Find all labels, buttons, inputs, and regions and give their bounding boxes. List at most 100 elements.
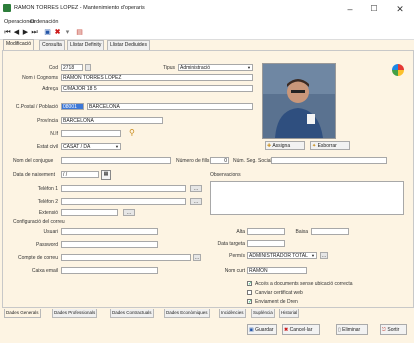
save-icon[interactable]: ▣ [43,28,52,38]
num-seg-social-label: Núm. Seg. Social [233,158,272,164]
menu-ordenacion[interactable]: Ordenación [30,19,58,25]
cpostal-field[interactable]: 08001 [61,103,84,110]
cod-field[interactable]: 2718 [61,64,83,71]
exit-icon: ⎋ [382,327,386,333]
cod-toggle[interactable] [85,64,91,71]
extensio-field[interactable] [61,209,118,216]
extensio-button[interactable]: … [123,209,135,216]
check-enviament-dren[interactable]: ✓ [247,299,252,305]
nom-conjuge-label: Nom del conjugue [13,158,54,164]
calendar-icon[interactable]: ▦ [101,170,111,180]
tab-dades-generals[interactable]: Dades Generals [4,309,41,318]
bottom-tabs: Dades Generals Dades Professionals Dades… [2,309,412,318]
compte-correu-label: Compte de correu [17,255,58,261]
menu-bar: Operaciones Ordenación [0,18,414,27]
search-icon[interactable]: ⚲ [129,128,135,137]
nif-field[interactable] [61,130,121,137]
cod-label: Cod [48,65,58,71]
check-acces-documents[interactable]: ✓ [247,281,252,287]
check-canviar-certificat[interactable] [247,290,252,295]
last-record-icon[interactable]: ⏭ [30,28,39,38]
exit-button[interactable]: ⎋ Sortir [380,324,407,335]
minimize-button[interactable]: – [338,3,362,15]
compte-correu-button[interactable]: … [193,254,201,261]
nom-conjuge-field[interactable] [61,157,171,164]
window-title: RAMON TORRES LOPEZ - Mantenimiento d'ope… [14,5,145,11]
tab-modificacio[interactable]: Modificació [3,39,35,50]
num-seg-social-field[interactable] [271,157,387,164]
estat-civil-label: Estat civil [36,144,58,150]
nom-field[interactable]: RAMON TORRES LOPEZ [61,74,253,81]
filter-icon[interactable]: ▾ [63,28,72,38]
cpostal-label: C.Postal / Població [15,104,58,110]
permis-select[interactable]: ADMINISTRADOR TOTAL [247,252,317,259]
previous-record-icon[interactable]: ◀ [12,28,21,38]
save-label: Guardar [255,327,274,333]
delete-icon[interactable]: ✖ [53,28,62,38]
delete-button[interactable]: ▯ Eliminar [336,324,368,335]
estat-civil-select[interactable]: CASAT / DA [61,143,121,150]
delete-photo-label: Esborrar [317,143,337,149]
observacions-textarea[interactable] [210,181,404,215]
tipus-select[interactable]: Administració [178,64,253,71]
permis-button[interactable]: … [320,252,328,259]
compte-correu-field[interactable] [61,254,191,261]
camera-icon: ✚ [267,143,272,149]
alta-label: Alta [236,229,245,235]
tab-incidencies[interactable]: Incidències [219,309,246,318]
tab-consulta[interactable]: Consulta [39,40,65,50]
tab-dades-contractuals[interactable]: Dades Contractuals [110,309,154,318]
password-field[interactable] [61,241,158,248]
password-label: Password [36,242,58,248]
numero-fills-field[interactable]: 0 [210,157,229,164]
tab-historial[interactable]: Historial [279,309,300,318]
tipus-label: Tipus [163,65,176,71]
adreca-label: Adreça [42,86,58,92]
provincia-field[interactable]: BARCELONA [61,117,163,124]
telefon1-field[interactable] [61,185,186,192]
permis-label: Permís [229,253,245,259]
nom-label: Nom i Cognoms [22,75,58,81]
employee-photo [262,63,336,139]
usuari-field[interactable] [61,228,158,235]
adreca-field[interactable]: C/MAJOR 18 5 [61,85,253,92]
telefon2-field[interactable] [61,198,186,205]
provincia-label: Província [37,118,58,124]
tab-dades-professionals[interactable]: Dades Professionals [52,309,98,318]
color-wheel-icon[interactable] [392,64,404,76]
delete-photo-button[interactable]: ✦ Esborrar [310,141,350,150]
baixa-field[interactable] [311,228,349,235]
tab-dades-economiques[interactable]: Dades Econòmiques [164,309,210,318]
print-icon[interactable]: ▤ [75,28,84,38]
trash-icon: ▯ [338,327,341,333]
delete-label: Eliminar [342,327,361,333]
data-naixement-field[interactable]: / / [61,171,99,178]
tab-llistar-dediuides[interactable]: Llistar Dediuides [107,40,150,50]
close-button[interactable]: ✕ [388,3,412,15]
caixa-email-label: Caixa email [31,268,58,274]
assign-photo-label: Assigna [272,143,291,149]
maximize-button[interactable]: ☐ [362,3,386,15]
exit-label: Sortir [387,327,400,333]
caixa-email-field[interactable] [61,267,158,274]
poblacio-field[interactable]: BARCELONA [87,103,253,110]
baixa-label: Baixa [295,229,308,235]
first-record-icon[interactable]: ⏮ [3,28,12,38]
data-targeta-field[interactable] [247,240,285,247]
cancel-button[interactable]: ✖ Cancel·lar [282,324,320,335]
tab-llistar-definity[interactable]: Llistar Definity [67,40,105,50]
telefon1-button[interactable]: … [190,185,202,192]
data-naixement-label: Data de naixement [13,172,55,178]
save-icon: ▣ [249,327,254,333]
tab-suplencia[interactable]: Suplència [251,309,275,318]
check-enviament-dren-label: Enviament de Dren [255,299,298,305]
assign-photo-button[interactable]: ✚ Assigna [265,141,305,150]
telefon2-button[interactable]: … [190,198,202,205]
usuari-label: Usuari [43,229,58,235]
alta-field[interactable] [247,228,285,235]
next-record-icon[interactable]: ▶ [21,28,30,38]
nom-curt-field[interactable]: RAMON [247,267,307,274]
toolbar: ⏮ ◀ ▶ ⏭ ▣ ✖ ▾ ▤ [0,27,414,40]
observacions-label: Observacions [210,172,241,178]
save-button[interactable]: ▣ Guardar [247,324,277,335]
